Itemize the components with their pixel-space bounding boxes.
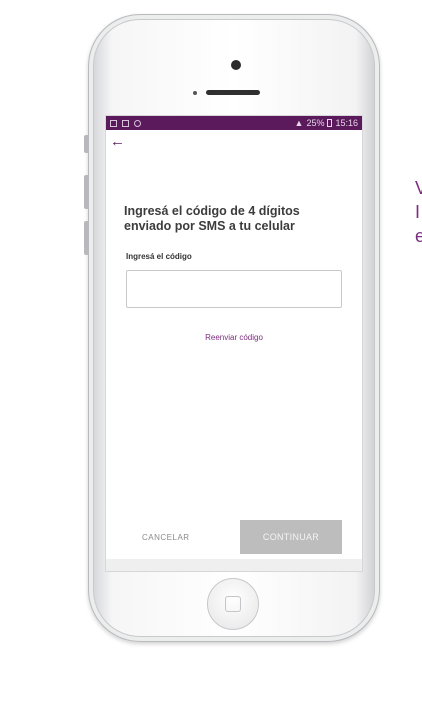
action-bar: CANCELAR CONTINUAR — [106, 520, 362, 554]
phone-frame: ▲ 25% 15:16 ← Ingresá el código de 4 díg… — [84, 14, 380, 642]
sms-icon — [110, 119, 117, 127]
volume-up-button — [84, 175, 88, 209]
code-field-label: Ingresá el código — [126, 252, 192, 261]
resend-code-link[interactable]: Reenviar código — [106, 333, 362, 342]
signal-icon: ▲ — [294, 118, 304, 128]
mute-switch — [84, 135, 88, 153]
side-text: V I e — [415, 176, 422, 248]
side-text-line: V — [415, 178, 422, 198]
notification-icon — [134, 119, 141, 127]
sensor-icon — [193, 91, 197, 95]
home-button-icon — [225, 596, 241, 612]
home-button[interactable] — [207, 578, 259, 630]
volume-down-button — [84, 221, 88, 255]
battery-icon — [327, 119, 333, 127]
code-input[interactable] — [126, 270, 342, 308]
image-icon — [122, 119, 129, 127]
battery-percent: 25% — [306, 118, 325, 128]
cancel-button[interactable]: CANCELAR — [136, 520, 196, 554]
side-text-line: e — [415, 226, 422, 246]
page-title: Ingresá el código de 4 dígitos enviado p… — [124, 204, 300, 233]
phone-screen: ▲ 25% 15:16 ← Ingresá el código de 4 díg… — [105, 115, 363, 572]
status-time: 15:16 — [335, 118, 358, 128]
continue-button[interactable]: CONTINUAR — [240, 520, 342, 554]
bottom-strip — [106, 559, 362, 571]
status-bar: ▲ 25% 15:16 — [106, 116, 362, 130]
earpiece-speaker — [206, 90, 260, 95]
side-text-line: I — [415, 202, 421, 222]
front-camera-icon — [231, 60, 241, 70]
back-arrow-icon[interactable]: ← — [110, 134, 125, 149]
